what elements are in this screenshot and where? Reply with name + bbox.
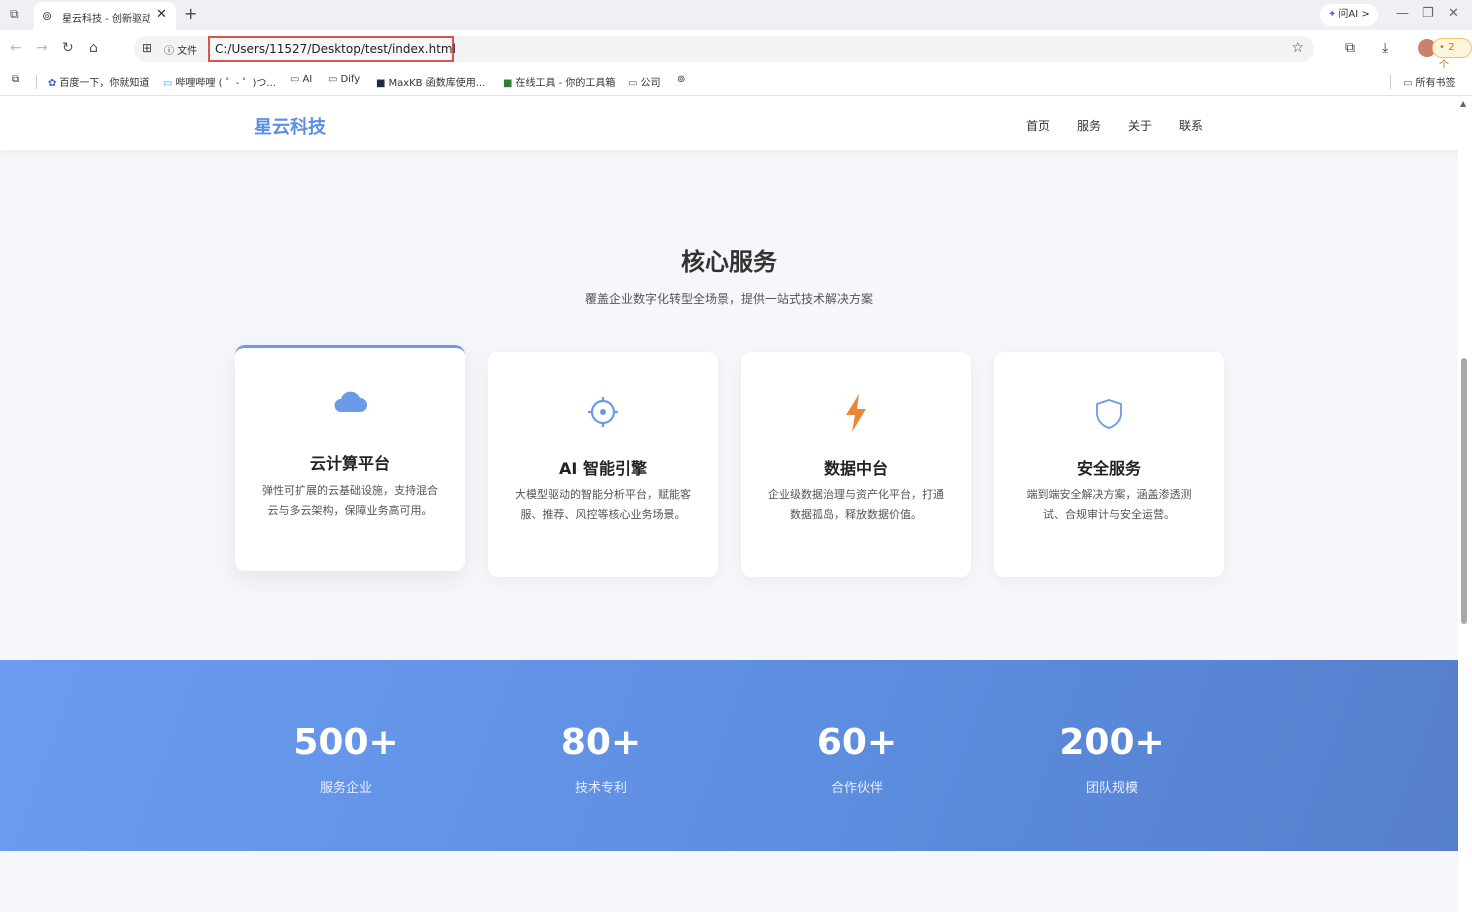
card-title: AI 智能引擎 [559,459,647,478]
close-window-icon[interactable]: ✕ [1448,6,1459,21]
bookmark-folder-dify[interactable]: ▭ Dify [328,74,360,85]
stat-value: 60+ [816,722,898,763]
bookmark-tools[interactable]: ■ 在线工具 - 你的工具箱 [503,74,615,89]
tab-favicon-icon: ⊚ [42,9,53,23]
bookmark-label: 百度一下，你就知道 [59,78,150,89]
bookmark-folder-ai[interactable]: ▭ AI [290,74,312,85]
bookmarks-divider [36,75,37,89]
all-bookmarks[interactable]: ▭ 所有书签 [1403,74,1455,89]
apps-icon[interactable]: ⊞ [142,41,152,55]
lightning-icon [741,394,971,436]
back-icon[interactable]: ← [10,40,22,56]
ai-sparkle-icon: ✦ [1328,9,1337,20]
bookmarks-bar: ⧉ ✿ 百度一下，你就知道 ▭ 哔哩哔哩 ( ゜- ゜)つ... ▭ AI ▭ Dify… [0,68,1472,96]
baidu-icon: ✿ [48,78,57,89]
service-card-data[interactable]: 数据中台 企业级数据治理与资产化平台，打通数据孤岛，释放数据价值。 [741,352,971,577]
file-label: 文件 [177,46,198,57]
section-subtitle: 覆盖企业数字化转型全场景，提供一站式技术解决方案 [584,292,873,306]
site-header: 星云科技 首页 服务 关于 联系 [0,97,1458,150]
minimize-icon[interactable]: — [1396,6,1409,21]
card-description: 企业级数据治理与资产化平台，打通数据孤岛，释放数据价值。 [768,488,944,521]
service-card-ai[interactable]: AI 智能引擎 大模型驱动的智能分析平台，赋能客服、推荐、风控等核心业务场景。 [488,352,718,577]
stat-label: 合作伙伴 [830,781,883,796]
stat-label: 团队规模 [1085,781,1138,796]
maxkb-icon: ■ [376,78,386,89]
bookmark-label: 哔哩哔哩 ( ゜- ゜)つ... [175,78,276,89]
restore-icon[interactable]: ❐ [1422,6,1434,21]
bookmark-label: 公司 [640,78,661,89]
tab-title: 星云科技 - 创新驱动 [62,14,150,25]
profile-badge[interactable]: • 2 个 [1432,38,1472,71]
browser-toolbar: ← → ↻ ⌂ ⊞ ⓘ 文件 C:/Users/11527/Desktop/te… [0,30,1472,68]
bookmark-label: Dify [340,74,361,85]
scrollbar-thumb[interactable] [1461,358,1467,624]
download-icon[interactable]: ⤓ [1382,40,1388,56]
bookmark-star-icon[interactable]: ☆ [1291,40,1304,56]
service-card-cloud[interactable]: 云计算平台 弹性可扩展的云基础设施，支持混合云与多云架构，保障业务高可用。 [235,345,465,571]
section-title: 核心服务 [681,248,777,276]
stat-label: 服务企业 [319,781,372,796]
folder-icon: ▭ [290,74,300,85]
gear-icon [488,396,718,432]
bilibili-icon: ▭ [163,78,173,89]
bookmark-maxkb[interactable]: ■ MaxKB 函数库使用... [376,74,485,89]
bookmark-bilibili[interactable]: ▭ 哔哩哔哩 ( ゜- ゜)つ... [163,74,276,89]
folder-icon: ▭ [628,78,638,89]
bookmark-label: MaxKB 函数库使用... [388,78,486,89]
tab-close-icon[interactable]: ✕ [156,7,167,22]
card-title: 安全服务 [1076,459,1141,478]
forward-icon[interactable]: → [36,40,48,56]
ask-ai-label: 问AI > [1338,9,1370,20]
browser-tab[interactable]: ⊚ 星云科技 - 创新驱动 ✕ [34,2,176,30]
stat-value: 80+ [560,722,642,763]
shield-icon [994,398,1224,434]
site-info[interactable]: ⓘ 文件 [164,42,197,57]
page-viewport: 星云科技 首页 服务 关于 联系 核心服务 覆盖企业数字化转型全场景，提供一站式… [0,97,1458,912]
tab-groups-icon[interactable]: ⧉ [12,74,19,85]
url-field[interactable]: C:/Users/11527/Desktop/test/index.html [208,36,456,62]
nav-about[interactable]: 关于 [1128,117,1152,134]
scroll-up-icon[interactable]: ▲ [1460,99,1466,108]
stat-value: 200+ [1059,722,1165,763]
stat-value: 500+ [293,722,399,763]
card-description: 大模型驱动的智能分析平台，赋能客服、推荐、风控等核心业务场景。 [515,488,691,521]
nav-home[interactable]: 首页 [1026,117,1050,134]
nav-services[interactable]: 服务 [1077,117,1101,134]
tools-icon: ■ [503,78,513,89]
bookmark-baidu[interactable]: ✿ 百度一下，你就知道 [48,74,149,89]
bookmark-globe-icon[interactable]: ⊚ [677,74,685,85]
bookmark-label: AI [302,74,313,85]
bookmark-label: 在线工具 - 你的工具箱 [515,78,616,89]
new-tab-button[interactable]: + [184,4,197,23]
site-logo[interactable]: 星云科技 [254,113,326,139]
cloud-icon [235,390,465,418]
tab-bar: ⧉ ⊚ 星云科技 - 创新驱动 ✕ + ✦ 问AI > — ❐ ✕ [0,0,1472,30]
card-description: 端到端安全解决方案，涵盖渗透测试、合规审计与安全运营。 [1026,488,1192,521]
bookmarks-divider [1390,75,1391,89]
stats-banner: 500+ 服务企业 80+ 技术专利 60+ 合作伙伴 200+ 团队规模 [0,660,1458,851]
tab-search-icon[interactable]: ⧉ [10,7,26,23]
folder-icon: ▭ [328,74,338,85]
extensions-icon[interactable]: ⧉ [1345,40,1355,56]
service-card-security[interactable]: 安全服务 端到端安全解决方案，涵盖渗透测试、合规审计与安全运营。 [994,352,1224,577]
card-title: 云计算平台 [309,454,390,473]
address-bar[interactable]: ⊞ ⓘ 文件 C:/Users/11527/Desktop/test/index… [134,36,1314,62]
all-bookmarks-label: 所有书签 [1415,78,1456,89]
bookmark-folder-company[interactable]: ▭ 公司 [628,74,660,89]
card-title: 数据中台 [823,459,888,478]
home-icon[interactable]: ⌂ [89,40,98,56]
card-description: 弹性可扩展的云基础设施，支持混合云与多云架构，保障业务高可用。 [262,484,438,517]
reload-icon[interactable]: ↻ [62,40,74,56]
folder-icon: ▭ [1403,78,1413,89]
stat-label: 技术专利 [574,781,627,796]
ask-ai-button[interactable]: ✦ 问AI > [1320,4,1378,26]
nav-contact[interactable]: 联系 [1179,117,1203,134]
